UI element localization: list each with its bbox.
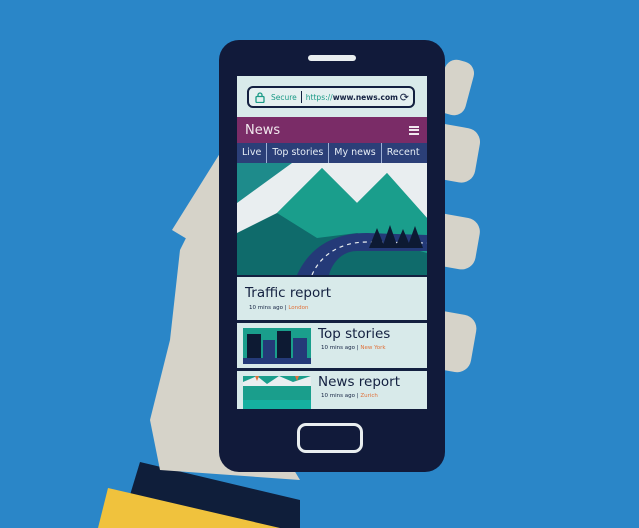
lock-icon [254,91,266,103]
url-domain: www.news.com [332,92,398,102]
story-time: 10 mins ago [321,393,355,399]
hero-image[interactable] [237,163,427,275]
url-scheme: https:// [305,92,333,102]
story-title: News report [318,374,401,390]
address-bar[interactable]: Secure https:// www.news.com ⟳ [247,86,415,108]
story-thumbnail [243,328,311,364]
nav-tabs: Live Top stories My news Recent [237,143,427,163]
browser-chrome: Secure https:// www.news.com ⟳ [237,76,427,116]
secure-label: Secure [271,92,297,102]
story-location: New York [360,345,386,351]
reload-icon[interactable]: ⟳ [400,91,409,104]
story-time: 10 mins ago [321,345,355,351]
story-meta: 10 mins ago | New York [321,345,386,351]
story-title: Top stories [318,326,391,342]
story-top-stories[interactable]: Top stories 10 mins ago | New York [237,320,427,371]
story-title: Traffic report [245,285,332,301]
home-button[interactable] [297,423,363,453]
story-news-report[interactable]: News report 10 mins ago | Zurich [237,368,427,409]
hamburger-menu-icon[interactable] [409,125,419,135]
tab-my-news[interactable]: My news [329,143,382,163]
phone-speaker [308,55,356,61]
story-meta: 10 mins ago | London [249,305,309,311]
illustration: Secure https:// www.news.com ⟳ News Live… [0,0,639,528]
app-title: News [245,122,281,138]
story-time: 10 mins ago [249,305,283,311]
tab-top-stories[interactable]: Top stories [267,143,330,163]
story-thumbnail [243,376,311,409]
phone-screen: Secure https:// www.news.com ⟳ News Live… [237,76,427,409]
tab-recent[interactable]: Recent [382,143,425,163]
address-divider [300,91,302,103]
story-location: Zurich [360,393,378,399]
tab-live[interactable]: Live [237,143,268,163]
story-meta: 10 mins ago | Zurich [321,393,378,399]
story-location: London [288,305,309,311]
app-header: News [237,117,427,143]
story-traffic-report[interactable]: Traffic report 10 mins ago | London [237,275,427,324]
